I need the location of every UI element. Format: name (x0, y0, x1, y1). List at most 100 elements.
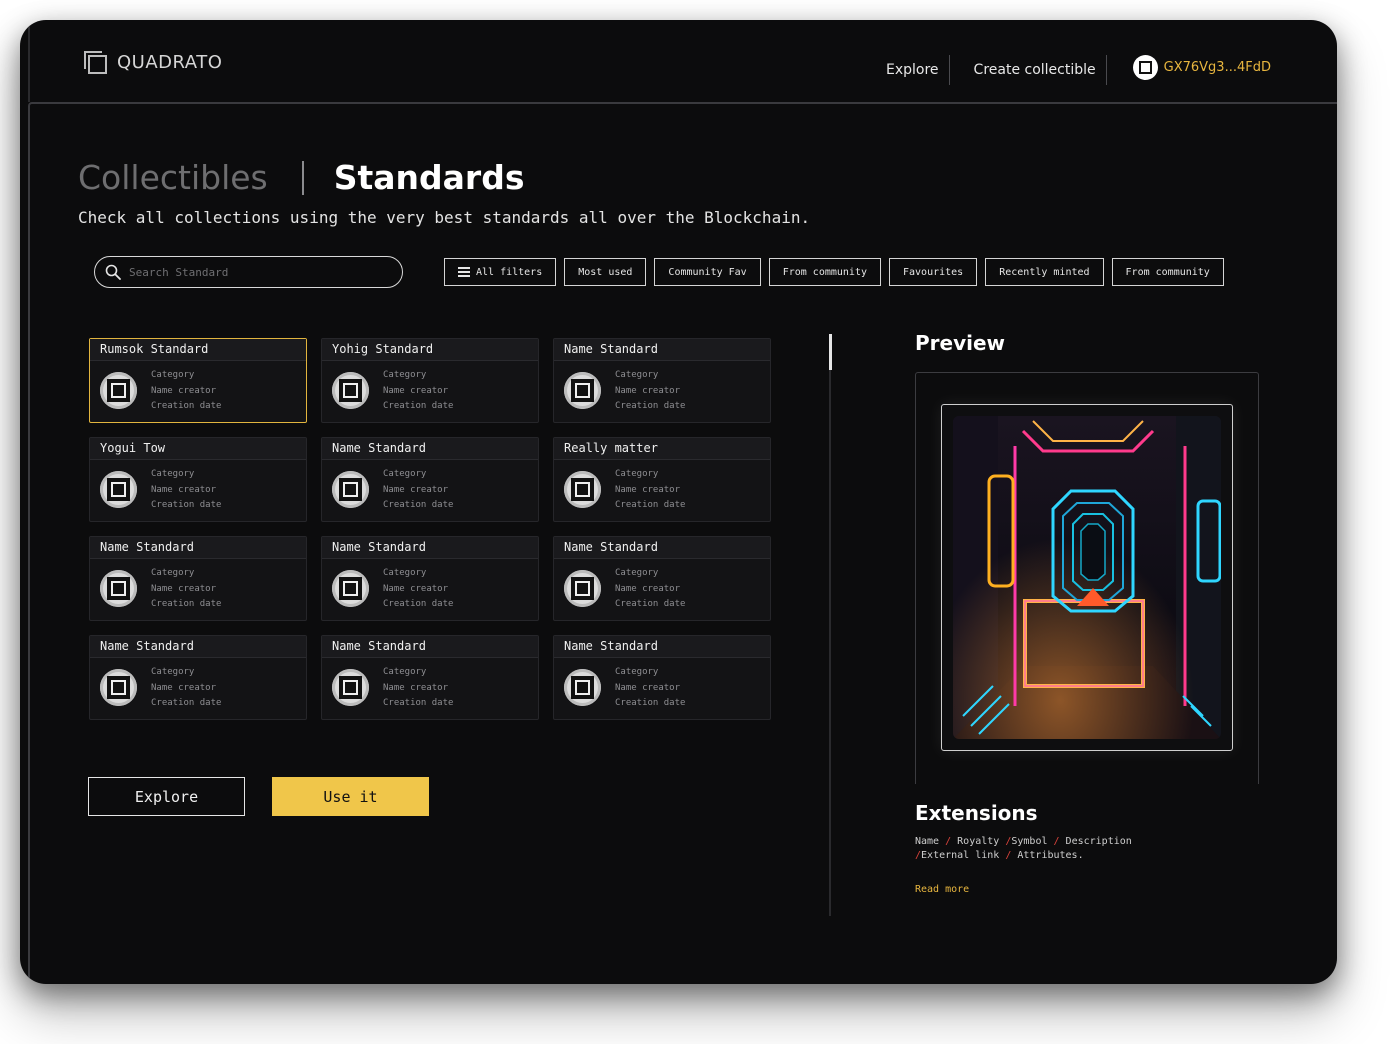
sliders-icon (458, 267, 470, 277)
filter-label: Most used (578, 266, 633, 278)
extension-royalty: Royalty (957, 836, 1000, 847)
wallet-button[interactable]: GX76Vg3...4FdD (1132, 54, 1271, 80)
search-input[interactable] (129, 265, 369, 279)
card-category: Category (151, 370, 195, 380)
standard-card[interactable]: Name Standard Category Name creator Creatio… (89, 536, 307, 621)
card-body: Category Name creator Creation date (90, 460, 306, 512)
extension-name: Name (915, 836, 940, 847)
filter-label: Recently minted (999, 266, 1090, 278)
extension-separator: / (999, 850, 1018, 861)
standard-card[interactable]: Name Standard Category Name creator Creatio… (553, 338, 771, 423)
standard-card[interactable]: Rumsok Standard Category Name creator Creat… (89, 338, 307, 423)
card-body: Category Name creator Creation date (322, 361, 538, 413)
card-creator: Name creator (151, 385, 217, 396)
neon-corridor-image (953, 416, 1222, 739)
card-creator: Name creator (615, 583, 681, 594)
card-creator: Name creator (151, 583, 217, 594)
page-tabs: Collectibles Standards (78, 158, 524, 197)
nav-create-collectible[interactable]: Create collectible (964, 62, 1106, 78)
card-meta: Category Name creator Creation date (615, 468, 685, 512)
card-date: Creation date (615, 698, 686, 708)
nav-explore[interactable]: Explore (876, 62, 949, 78)
scroll-track (829, 334, 831, 916)
standard-avatar-icon (332, 669, 369, 707)
nav-divider (1105, 55, 1107, 85)
logo[interactable]: QUADRATO (84, 51, 222, 74)
card-meta: Category Name creator Creation date (615, 567, 685, 611)
standard-card[interactable]: Name Standard Category Name creator Creatio… (321, 437, 539, 522)
filter-label: All filters (476, 266, 543, 278)
wallet-avatar-icon (1132, 54, 1158, 80)
card-category: Category (151, 667, 195, 677)
standard-avatar-icon (332, 570, 369, 608)
filter-favourites[interactable]: Favourites (889, 258, 978, 286)
extension-attributes: Attributes. (1017, 850, 1084, 861)
filter-from-community-2[interactable]: From community (1111, 258, 1224, 286)
card-date: Creation date (383, 599, 454, 609)
card-body: Category Name creator Creation date (554, 658, 770, 710)
standard-avatar-icon (100, 669, 137, 707)
standard-card[interactable]: Name Standard Category Name creator Creatio… (89, 635, 307, 720)
card-body: Category Name creator Creation date (554, 361, 770, 413)
extensions-title: Extensions (915, 801, 1038, 825)
tab-standards[interactable]: Standards (334, 158, 525, 197)
filter-community-fav[interactable]: Community Fav (654, 258, 761, 286)
explore-button[interactable]: Explore (88, 777, 245, 816)
tab-divider (301, 160, 304, 195)
extension-separator: / (1047, 836, 1066, 847)
filter-label: Community Fav (668, 266, 747, 278)
wallet-address: GX76Vg3...4FdD (1163, 59, 1271, 75)
tab-collectibles[interactable]: Collectibles (78, 158, 268, 197)
standard-card[interactable]: Name Standard Category Name creator Creatio… (553, 635, 771, 720)
card-body: Category Name creator Creation date (322, 658, 538, 710)
standard-card[interactable]: Really matter Category Name creator Creatio… (553, 437, 771, 522)
filter-recently-minted[interactable]: Recently minted (985, 258, 1104, 286)
card-creator: Name creator (615, 484, 681, 495)
read-more-link[interactable]: Read more (915, 884, 969, 895)
filter-all-filters[interactable]: All filters (444, 258, 557, 286)
standard-card[interactable]: Yohig Standard Category Name creator Creati… (321, 338, 539, 423)
card-category: Category (383, 469, 427, 479)
preview-card[interactable] (941, 404, 1233, 751)
standard-avatar-icon (100, 570, 137, 608)
filter-label: From community (782, 266, 867, 278)
filter-label: Favourites (903, 266, 964, 278)
card-title: Name Standard (322, 636, 538, 658)
search-icon (105, 264, 121, 280)
card-creator: Name creator (151, 484, 217, 495)
filter-most-used[interactable]: Most used (564, 258, 647, 286)
card-meta: Category Name creator Creation date (151, 468, 221, 512)
standard-card[interactable]: Name Standard Category Name creator Creatio… (321, 536, 539, 621)
extension-symbol: Symbol (1011, 836, 1048, 847)
top-nav: Explore Create collectible GX76Vg3...4Fd… (876, 54, 1271, 86)
card-category: Category (383, 568, 427, 578)
card-title: Name Standard (554, 339, 770, 361)
filter-from-community[interactable]: From community (768, 258, 881, 286)
card-title: Name Standard (90, 636, 306, 658)
standard-card[interactable]: Name Standard Category Name creator Creatio… (553, 536, 771, 621)
extension-external-link: External link (921, 850, 1000, 861)
use-it-button[interactable]: Use it (272, 777, 429, 816)
card-creator: Name creator (615, 682, 681, 693)
card-title: Yogui Tow (90, 438, 306, 460)
card-body: Category Name creator Creation date (554, 559, 770, 611)
standard-avatar-icon (564, 669, 601, 707)
header-edge (28, 20, 30, 102)
card-body: Category Name creator Creation date (322, 460, 538, 512)
card-meta: Category Name creator Creation date (151, 567, 221, 611)
card-meta: Category Name creator Creation date (615, 666, 685, 710)
card-title: Name Standard (322, 537, 538, 559)
card-date: Creation date (615, 599, 686, 609)
search-bar[interactable] (94, 256, 403, 288)
standard-card[interactable]: Yogui Tow Category Name creator Creation da… (89, 437, 307, 522)
card-date: Creation date (151, 500, 222, 510)
standard-card[interactable]: Name Standard Category Name creator Creatio… (321, 635, 539, 720)
standard-avatar-icon (100, 372, 137, 410)
scrollbar-thumb[interactable] (829, 334, 832, 370)
card-category: Category (615, 469, 659, 479)
card-creator: Name creator (383, 682, 449, 693)
standard-avatar-icon (564, 570, 601, 608)
card-category: Category (151, 469, 195, 479)
standard-avatar-icon (332, 471, 369, 509)
card-category: Category (615, 667, 659, 677)
